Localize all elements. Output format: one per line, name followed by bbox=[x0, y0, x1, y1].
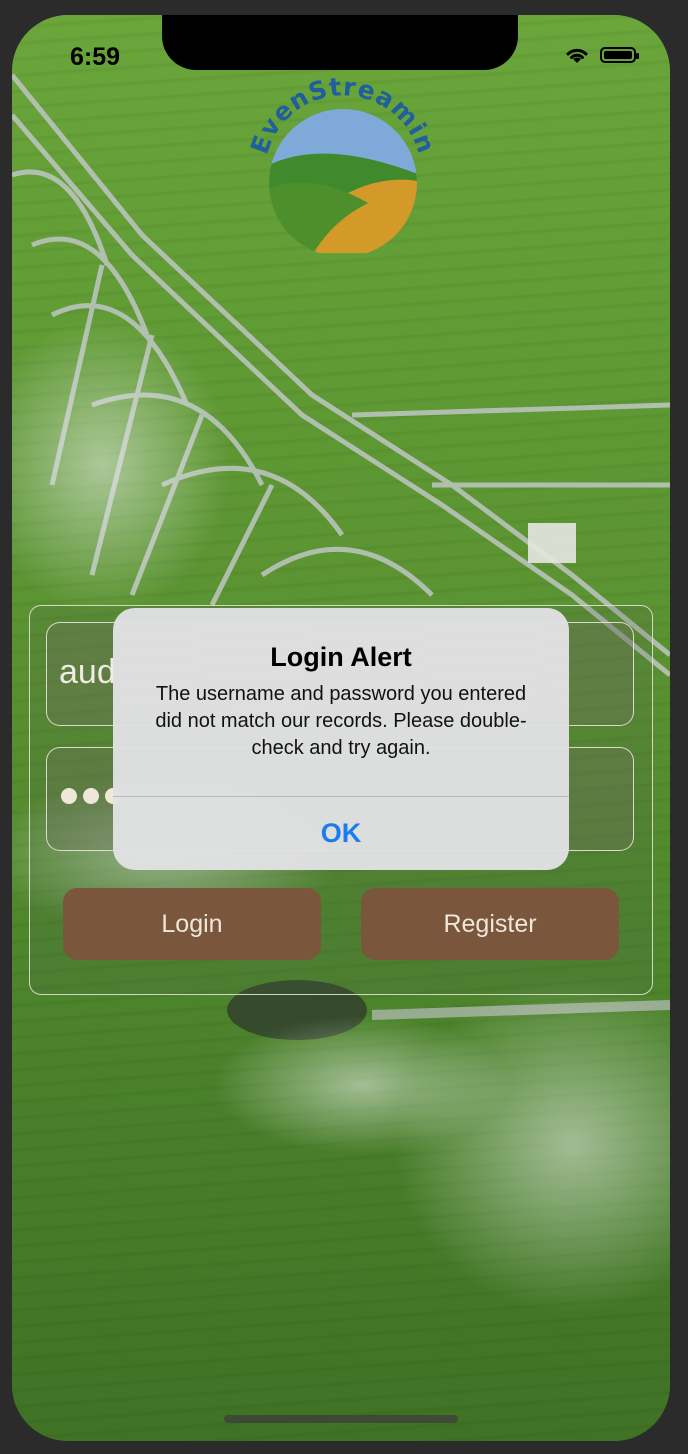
app-logo: EvenStreamin bbox=[248, 73, 438, 253]
register-button[interactable]: Register bbox=[361, 888, 619, 960]
phone-screen: 6:59 EvenStreamin aud Login Register Log… bbox=[12, 15, 670, 1441]
alert-ok-button[interactable]: OK bbox=[113, 797, 569, 870]
wifi-icon bbox=[566, 48, 588, 63]
alert-message: The username and password you entered di… bbox=[155, 683, 527, 759]
alert-title: Login Alert bbox=[270, 642, 412, 672]
home-indicator[interactable] bbox=[224, 1415, 458, 1423]
status-time: 6:59 bbox=[70, 43, 121, 71]
status-icons bbox=[564, 45, 639, 65]
login-alert-dialog: Login Alert The username and password yo… bbox=[113, 608, 569, 870]
login-button[interactable]: Login bbox=[63, 888, 321, 960]
device-notch bbox=[162, 15, 518, 70]
password-dot bbox=[83, 788, 99, 804]
password-dots bbox=[61, 788, 121, 804]
username-value: aud bbox=[59, 653, 116, 691]
battery-icon bbox=[600, 47, 639, 63]
password-dot bbox=[61, 788, 77, 804]
